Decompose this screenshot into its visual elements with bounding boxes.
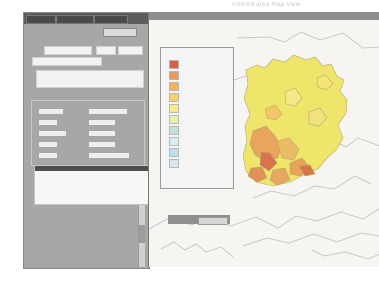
results-list[interactable] — [34, 165, 151, 205]
legend-swatch-2 — [169, 71, 179, 80]
text-field-2[interactable] — [96, 46, 116, 55]
group-value-4 — [89, 142, 115, 147]
map-window — [148, 12, 379, 267]
legend-swatch-4 — [169, 93, 179, 102]
legend-swatch-5 — [169, 104, 179, 113]
group-value-5 — [89, 153, 129, 158]
group-value-3 — [89, 131, 115, 136]
vertical-scrollbar[interactable] — [138, 205, 145, 267]
legend-swatch-6 — [169, 115, 179, 124]
map-toolbar — [149, 12, 379, 20]
group-value-2 — [89, 120, 115, 125]
text-field-1[interactable] — [44, 46, 92, 55]
legend-panel — [160, 47, 234, 225]
group-label-3 — [39, 131, 66, 136]
left-control-panel — [23, 12, 151, 269]
tab-3[interactable] — [94, 15, 128, 24]
legend-ok-button[interactable] — [198, 217, 228, 225]
group-label-4 — [39, 142, 57, 147]
legend-swatch-3 — [169, 82, 179, 91]
panel-button[interactable] — [103, 28, 137, 37]
tab-2[interactable] — [56, 15, 94, 24]
legend-swatch-1 — [169, 60, 179, 69]
legend-swatch-10 — [169, 159, 179, 168]
text-area[interactable] — [36, 70, 144, 88]
legend-swatch-8 — [169, 137, 179, 146]
group-value-1 — [89, 109, 127, 114]
settings-group — [31, 100, 145, 166]
tab-1[interactable] — [26, 15, 56, 24]
text-field-4[interactable] — [32, 57, 102, 66]
text-field-3[interactable] — [118, 46, 143, 55]
group-label-1 — [39, 109, 63, 114]
group-label-5 — [39, 153, 57, 158]
panel-tab-bar — [24, 13, 149, 24]
legend-swatch-9 — [169, 148, 179, 157]
list-header — [35, 166, 150, 171]
legend-swatch-7 — [169, 126, 179, 135]
window-caption: colored area map view — [232, 1, 301, 8]
group-label-2 — [39, 120, 57, 125]
scrollbar-thumb[interactable] — [139, 225, 145, 243]
